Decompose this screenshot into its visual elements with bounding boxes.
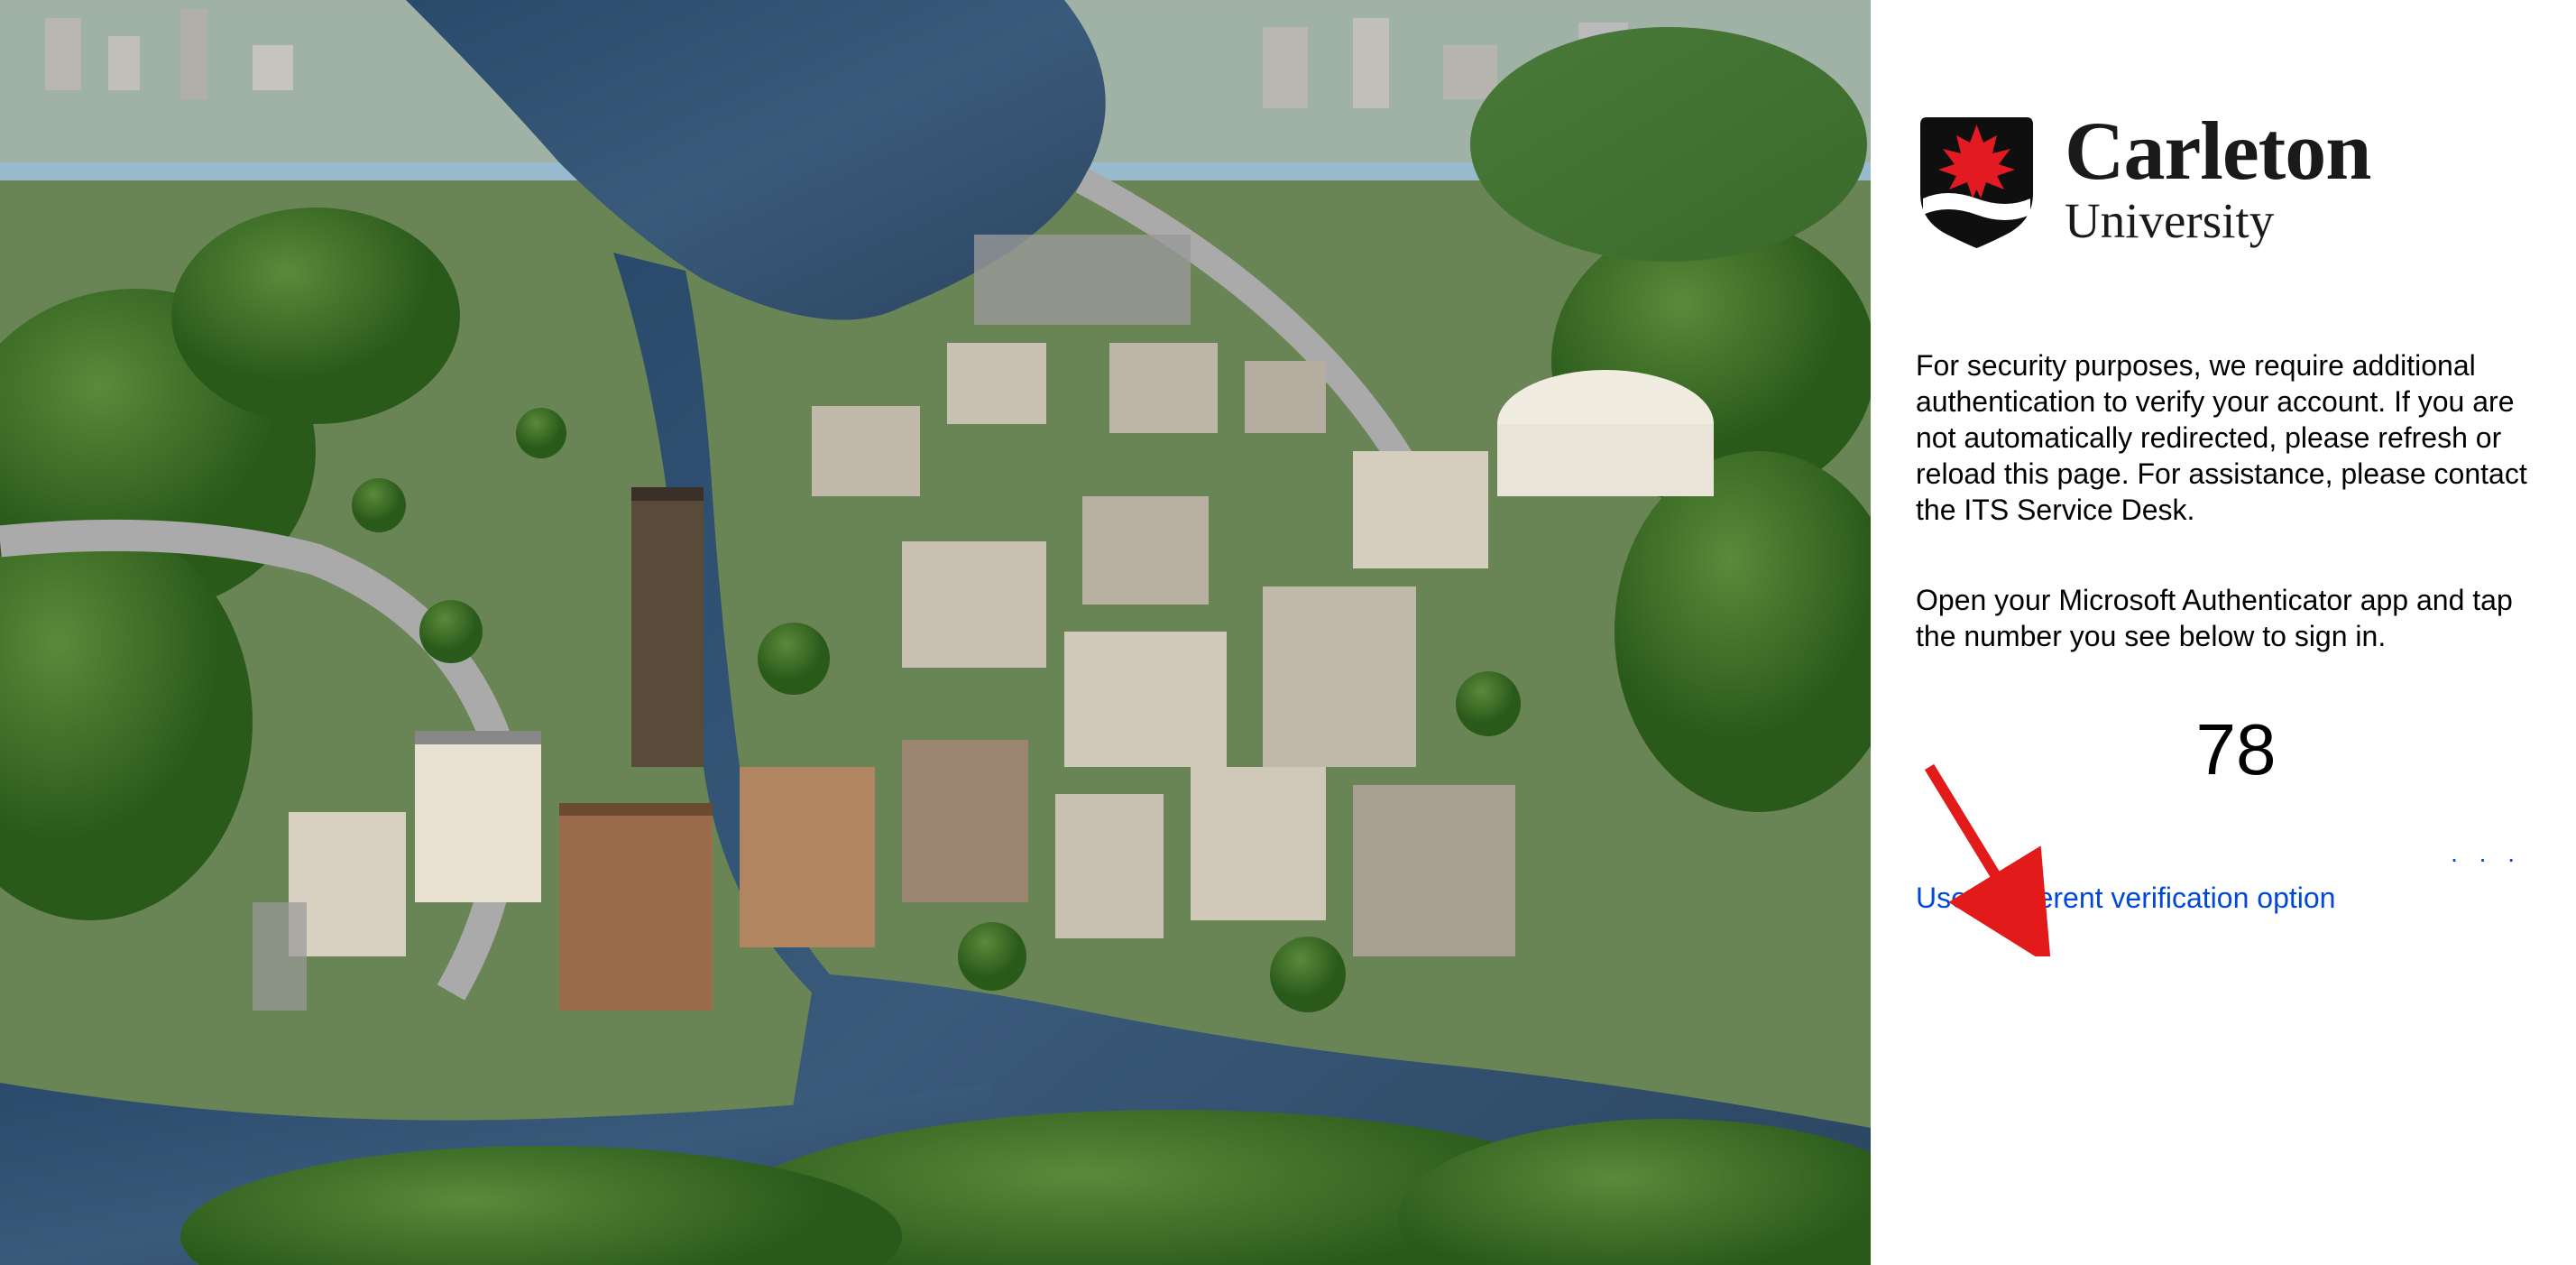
authenticator-instruction: Open your Microsoft Authenticator app an… (1916, 582, 2556, 654)
logo-sub-text: University (2065, 198, 2370, 245)
security-message: For security purposes, we require additi… (1916, 347, 2556, 528)
mfa-number-display: 78 (1916, 708, 2556, 791)
campus-aerial-photo (0, 0, 1871, 1265)
loading-dots: . . . (2451, 839, 2522, 868)
logo-block: Carleton University (1916, 108, 2531, 248)
logo-main-text: Carleton (2065, 112, 2370, 190)
auth-panel: Carleton University For security purpose… (1871, 0, 2576, 1265)
carleton-wordmark: Carleton University (2065, 112, 2370, 245)
hero-image-panel (0, 0, 1871, 1265)
auth-content: For security purposes, we require additi… (1916, 347, 2556, 915)
different-verification-link[interactable]: Use a different verification option (1916, 882, 2335, 914)
carleton-shield-logo (1916, 108, 2038, 248)
